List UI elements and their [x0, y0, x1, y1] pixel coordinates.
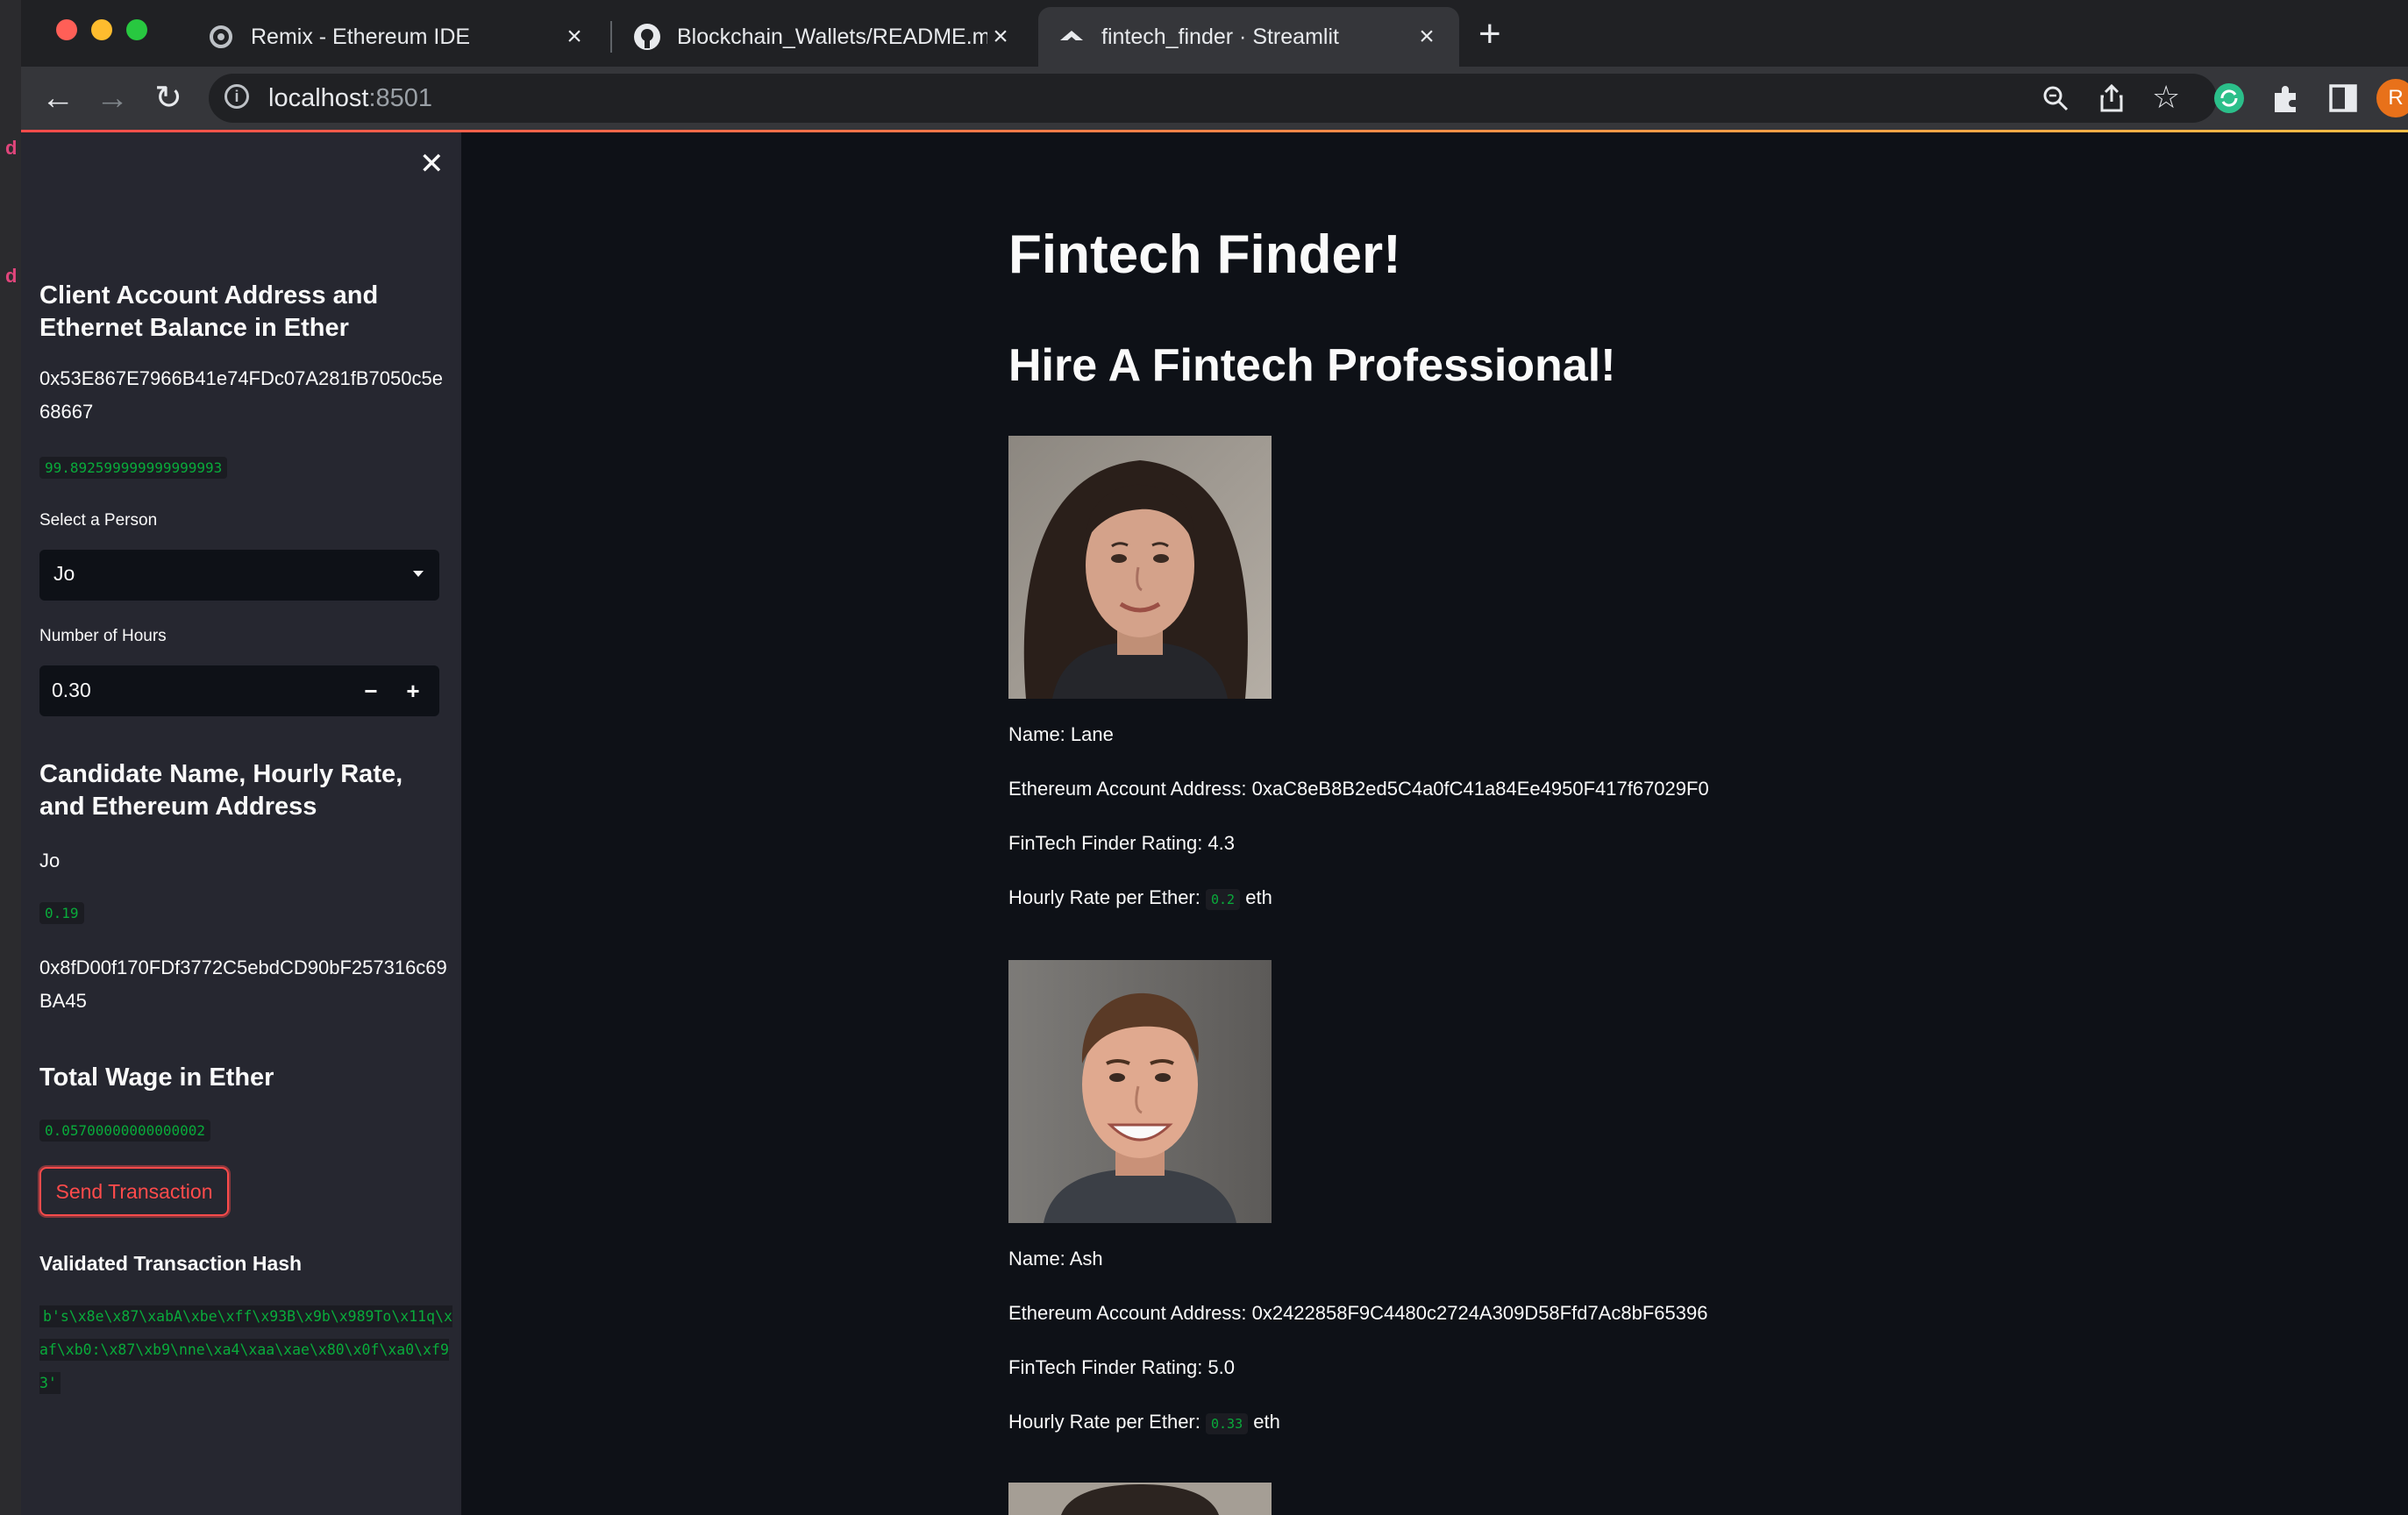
- zoom-icon[interactable]: [2041, 84, 2070, 112]
- rate-unit: eth: [1253, 1411, 1280, 1433]
- candidate-address: Ethereum Account Address: 0xaC8eB8B2ed5C…: [1008, 778, 1709, 800]
- address-url[interactable]: localhost:8501: [268, 84, 432, 113]
- candidate-rating: FinTech Finder Rating: 4.3: [1008, 832, 1236, 854]
- portrait-man-image: [1008, 960, 1272, 1223]
- sidebar: ✕ Client Account Address and Ethernet Ba…: [21, 132, 461, 1515]
- tab-title: Blockchain_Wallets/README.md: [677, 24, 987, 49]
- rate-label: Hourly Rate per Ether:: [1008, 886, 1200, 908]
- main-content: Fintech Finder! Hire A Fintech Professio…: [461, 132, 2408, 1515]
- tab-close-icon[interactable]: ×: [987, 22, 1014, 52]
- sidebar-close-icon[interactable]: ✕: [419, 146, 445, 181]
- hours-label: Number of Hours: [39, 627, 167, 645]
- candidate-heading: Candidate Name, Hourly Rate, and Ethereu…: [39, 760, 403, 821]
- remix-logo-icon: [210, 25, 232, 48]
- decrement-button[interactable]: −: [353, 673, 388, 708]
- rate-unit: eth: [1245, 886, 1272, 908]
- hours-value[interactable]: 0.30: [52, 679, 91, 702]
- url-port: :8501: [368, 84, 433, 112]
- select-person-label: Select a Person: [39, 511, 158, 530]
- back-arrow-icon[interactable]: ←: [37, 77, 79, 119]
- extensions-puzzle-icon[interactable]: [2269, 82, 2301, 114]
- desktop-edge: d d: [0, 0, 21, 1515]
- increment-button[interactable]: +: [395, 673, 431, 708]
- new-tab-button[interactable]: +: [1478, 12, 1501, 56]
- tab-fintech-finder[interactable]: fintech_finder · Streamlit ×: [1038, 7, 1459, 67]
- close-window-button[interactable]: [56, 19, 77, 40]
- candidate-rate: 0.19: [39, 902, 84, 924]
- desktop-edge-glyph: d: [5, 265, 18, 287]
- balance-value: 99.892599999999999993: [39, 457, 228, 479]
- bookmark-star-icon[interactable]: ☆: [2152, 79, 2180, 116]
- github-logo-icon: [634, 24, 660, 50]
- transaction-hash: b's\x8e\x87\xabA\xbe\xff\x93B\x9b\x989To…: [39, 1300, 460, 1400]
- maximize-window-button[interactable]: [126, 19, 147, 40]
- site-info-icon[interactable]: i: [224, 84, 249, 109]
- candidate-photo-ash: [1008, 960, 1272, 1223]
- tab-github-readme[interactable]: Blockchain_Wallets/README.md ×: [614, 7, 1033, 67]
- candidate-address: Ethereum Account Address: 0x2422858F9C44…: [1008, 1302, 1708, 1324]
- page-subtitle: Hire A Fintech Professional!: [1008, 340, 1616, 391]
- tab-close-icon[interactable]: ×: [1414, 22, 1440, 52]
- wage-heading: Total Wage in Ether: [39, 1063, 274, 1092]
- portrait-partial-image: [1008, 1483, 1272, 1515]
- page-title: Fintech Finder!: [1008, 224, 1401, 285]
- profile-avatar[interactable]: R: [2376, 79, 2408, 117]
- share-icon[interactable]: [2098, 82, 2126, 114]
- portrait-woman-image: [1008, 436, 1272, 699]
- candidate-photo-lane: [1008, 436, 1272, 699]
- url-host: localhost: [268, 84, 369, 112]
- candidate-hourly-rate: Hourly Rate per Ether: 0.33 eth: [1008, 1411, 1280, 1434]
- tab-title: fintech_finder · Streamlit: [1101, 24, 1339, 49]
- rate-value: 0.33: [1206, 1413, 1249, 1434]
- side-panel-icon[interactable]: [2327, 82, 2359, 114]
- streamlit-logo-icon: [1060, 31, 1083, 42]
- tab-separator: [610, 21, 612, 53]
- wage-value: 0.05700000000000002: [39, 1120, 211, 1142]
- tab-remix[interactable]: Remix - Ethereum IDE ×: [188, 7, 607, 67]
- candidate-name: Name: Ash: [1008, 1248, 1103, 1270]
- browser-toolbar: ← → ↻ i localhost:8501 ☆ R: [21, 67, 2408, 130]
- candidate-name: Name: Lane: [1008, 723, 1114, 745]
- tab-close-icon[interactable]: ×: [561, 22, 588, 52]
- candidate-name: Jo: [39, 850, 61, 871]
- forward-arrow-icon[interactable]: →: [91, 77, 133, 119]
- candidate-hourly-rate: Hourly Rate per Ether: 0.2 eth: [1008, 886, 1272, 910]
- desktop-edge-glyph: d: [5, 137, 18, 159]
- extension-sync-icon[interactable]: [2212, 81, 2247, 116]
- reload-icon[interactable]: ↻: [147, 77, 189, 119]
- browser-tab-bar: Remix - Ethereum IDE × Blockchain_Wallet…: [21, 0, 2408, 67]
- chevron-down-icon: [413, 571, 424, 577]
- hash-heading: Validated Transaction Hash: [39, 1252, 303, 1275]
- candidate-address: 0x8fD00f170FDf3772C5ebdCD90bF257316c69BA…: [39, 957, 447, 1012]
- rate-value: 0.2: [1206, 889, 1241, 910]
- address-bar[interactable]: i localhost:8501 ☆: [209, 74, 2217, 123]
- account-address: 0x53E867E7966B41e74FDc07A281fB7050c5e686…: [39, 367, 443, 423]
- hours-number-input[interactable]: 0.30 − +: [39, 665, 439, 716]
- transaction-hash-value: b's\x8e\x87\xabA\xbe\xff\x93B\x9b\x989To…: [39, 1305, 452, 1394]
- tab-title: Remix - Ethereum IDE: [251, 24, 471, 49]
- send-transaction-button[interactable]: Send Transaction: [39, 1167, 229, 1216]
- candidate-photo-partial: [1008, 1483, 1272, 1515]
- account-heading: Client Account Address and Ethernet Bala…: [39, 281, 379, 342]
- person-select-value: Jo: [53, 562, 75, 585]
- minimize-window-button[interactable]: [91, 19, 112, 40]
- rate-label: Hourly Rate per Ether:: [1008, 1411, 1200, 1433]
- candidate-rating: FinTech Finder Rating: 5.0: [1008, 1356, 1236, 1378]
- person-select[interactable]: Jo: [39, 550, 439, 601]
